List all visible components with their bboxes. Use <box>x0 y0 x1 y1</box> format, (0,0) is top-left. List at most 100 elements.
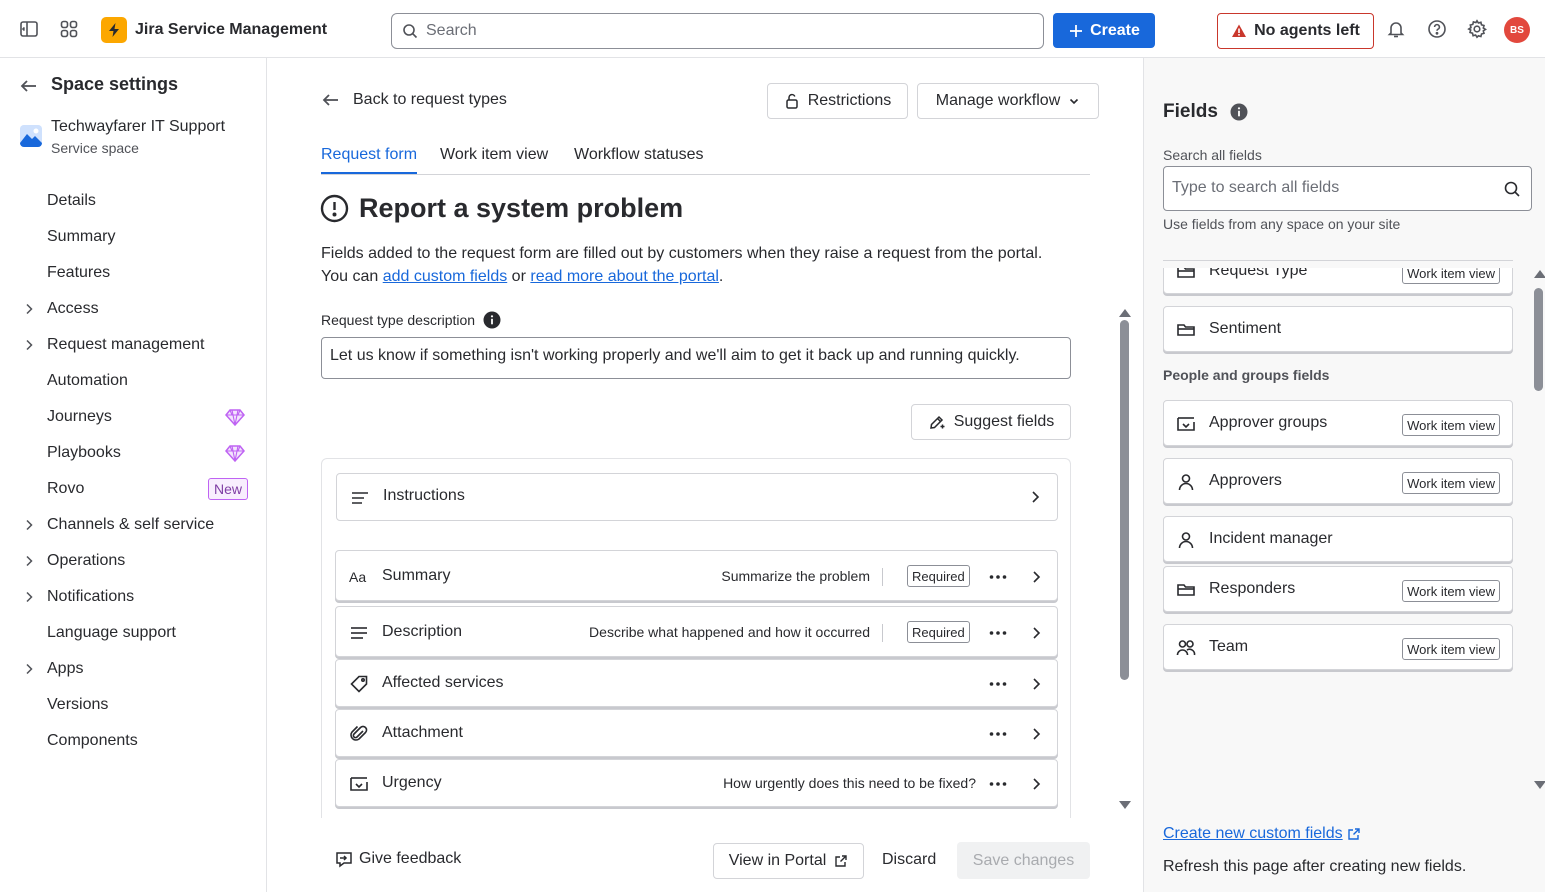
sidebar-item-playbooks[interactable]: Playbooks <box>0 435 266 471</box>
settings-gear-icon[interactable] <box>1467 19 1487 39</box>
sidebar-item-label: Language support <box>47 624 176 641</box>
space-name[interactable]: Techwayfarer IT Support <box>51 118 225 136</box>
sidebar-item-components[interactable]: Components <box>0 723 266 759</box>
scroll-down-arrow-icon[interactable] <box>1534 781 1545 791</box>
sidebar-item-label: Components <box>47 732 138 749</box>
page-title: Report a system problem <box>359 193 684 223</box>
plus-icon <box>1070 24 1083 37</box>
more-actions-icon[interactable] <box>988 774 1008 794</box>
chevron-right-icon[interactable] <box>1028 776 1044 792</box>
sidebar-item-operations[interactable]: Operations <box>0 543 266 579</box>
sidebar-item-apps[interactable]: Apps <box>0 651 266 687</box>
manage-workflow-button[interactable]: Manage workflow <box>917 83 1099 119</box>
text-aa-icon: Aa <box>349 567 369 587</box>
sidebar-toggle-icon[interactable] <box>19 19 39 39</box>
top-navigation: Jira Service Management Search Create No… <box>0 0 1545 58</box>
save-changes-button[interactable]: Save changes <box>957 842 1090 879</box>
settings-sidebar: Space settings Techwayfarer IT Support S… <box>0 58 267 892</box>
available-field-label: Approvers <box>1209 472 1282 489</box>
tab-workflow-statuses[interactable]: Workflow statuses <box>574 146 704 164</box>
sidebar-item-request-management[interactable]: Request management <box>0 327 266 363</box>
sidebar-item-label: Access <box>47 300 99 317</box>
arrow-left-icon[interactable] <box>19 76 39 96</box>
sidebar-item-access[interactable]: Access <box>0 291 266 327</box>
sidebar-item-automation[interactable]: Automation <box>0 363 266 399</box>
sidebar-item-rovo[interactable]: Rovo New <box>0 471 266 507</box>
unlock-icon <box>785 93 798 109</box>
instructions-row[interactable]: Instructions <box>336 473 1058 521</box>
available-field-incident-manager[interactable]: Incident manager <box>1163 516 1513 562</box>
request-type-description-input[interactable]: Let us know if something isn't working p… <box>321 337 1071 379</box>
available-field-approver-groups[interactable]: Approver groups Work item view <box>1163 400 1513 446</box>
more-actions-icon[interactable] <box>988 724 1008 744</box>
available-field-responders[interactable]: Responders Work item view <box>1163 566 1513 612</box>
info-icon[interactable] <box>483 311 501 329</box>
chevron-right-icon[interactable] <box>1028 726 1044 742</box>
sidebar-item-language-support[interactable]: Language support <box>0 615 266 651</box>
chevron-right-icon <box>22 338 36 352</box>
paragraph-icon <box>350 488 370 508</box>
more-actions-icon[interactable] <box>988 674 1008 694</box>
sidebar-item-features[interactable]: Features <box>0 255 266 291</box>
available-field-approvers[interactable]: Approvers Work item view <box>1163 458 1513 504</box>
fields-panel-title: Fields <box>1163 101 1248 123</box>
discard-button[interactable]: Discard <box>882 851 936 869</box>
create-custom-fields-text[interactable]: Create new custom fields <box>1163 825 1343 843</box>
no-agents-left-button[interactable]: No agents left <box>1217 13 1374 49</box>
form-field-urgency[interactable]: Urgency How urgently does this need to be… <box>335 759 1058 807</box>
available-fields-list: Other fieldsMajor incidentWork item view… <box>1163 268 1517 798</box>
available-field-team[interactable]: Team Work item view <box>1163 624 1513 670</box>
search-icon <box>403 24 418 39</box>
sidebar-item-summary[interactable]: Summary <box>0 219 266 255</box>
global-search-input[interactable]: Search <box>391 13 1044 49</box>
notifications-bell-icon[interactable] <box>1386 19 1406 39</box>
sidebar-item-label: Summary <box>47 228 116 245</box>
sidebar-item-versions[interactable]: Versions <box>0 687 266 723</box>
available-field-request-type[interactable]: Request Type Work item view <box>1163 268 1513 294</box>
form-field-description[interactable]: Description Required Describe what happene… <box>335 606 1058 657</box>
read-more-portal-link[interactable]: read more about the portal <box>530 268 719 285</box>
sidebar-item-channels-self-service[interactable]: Channels & self service <box>0 507 266 543</box>
sidebar-item-label: Channels & self service <box>47 516 215 533</box>
scroll-down-arrow-icon[interactable] <box>1119 801 1131 811</box>
chevron-right-icon[interactable] <box>1028 625 1044 641</box>
create-button[interactable]: Create <box>1053 13 1155 48</box>
tab-request-form[interactable]: Request form <box>321 146 418 174</box>
search-fields-input[interactable]: Type to search all fields <box>1163 166 1532 211</box>
divider <box>1163 260 1513 261</box>
back-to-request-types-link[interactable]: Back to request types <box>321 90 507 110</box>
sidebar-item-notifications[interactable]: Notifications <box>0 579 266 615</box>
more-actions-icon[interactable] <box>988 567 1008 587</box>
chevron-right-icon[interactable] <box>1028 569 1044 585</box>
app-switcher-icon[interactable] <box>59 19 79 39</box>
help-icon[interactable] <box>1427 19 1447 39</box>
form-field-attachment[interactable]: Attachment <box>335 709 1058 757</box>
new-badge: New <box>208 478 249 500</box>
chevron-right-icon <box>22 590 36 604</box>
chevron-right-icon[interactable] <box>1028 676 1044 692</box>
user-avatar[interactable]: BS <box>1504 17 1530 43</box>
sidebar-item-details[interactable]: Details <box>0 183 266 219</box>
more-actions-icon[interactable] <box>988 623 1008 643</box>
work-item-view-tag: Work item view <box>1402 580 1500 602</box>
give-feedback-button[interactable]: Give feedback <box>335 850 461 868</box>
add-custom-fields-link[interactable]: add custom fields <box>383 268 508 285</box>
info-icon[interactable] <box>1230 103 1248 121</box>
paragraph-icon <box>349 623 369 643</box>
field-help-text: Summarize the problem <box>721 568 870 584</box>
restrictions-button[interactable]: Restrictions <box>767 83 908 119</box>
form-scrollbar[interactable] <box>1120 320 1129 680</box>
available-field-sentiment[interactable]: Sentiment <box>1163 306 1513 352</box>
app-brand[interactable]: Jira Service Management <box>101 17 327 43</box>
scroll-up-arrow-icon[interactable] <box>1534 268 1545 278</box>
tab-work-item-view[interactable]: Work item view <box>440 146 548 164</box>
form-field-affected-services[interactable]: Affected services <box>335 659 1058 707</box>
suggest-fields-button[interactable]: Suggest fields <box>911 404 1071 440</box>
fields-list-scrollbar[interactable] <box>1534 288 1543 391</box>
field-section-heading: People and groups fields <box>1163 367 1330 383</box>
form-field-summary[interactable]: Aa Summary Required Summarize the problem <box>335 550 1058 601</box>
create-custom-fields-link[interactable]: Create new custom fields <box>1163 825 1361 843</box>
scroll-up-arrow-icon[interactable] <box>1119 307 1131 317</box>
view-in-portal-button[interactable]: View in Portal <box>713 843 864 879</box>
sidebar-item-journeys[interactable]: Journeys <box>0 399 266 435</box>
